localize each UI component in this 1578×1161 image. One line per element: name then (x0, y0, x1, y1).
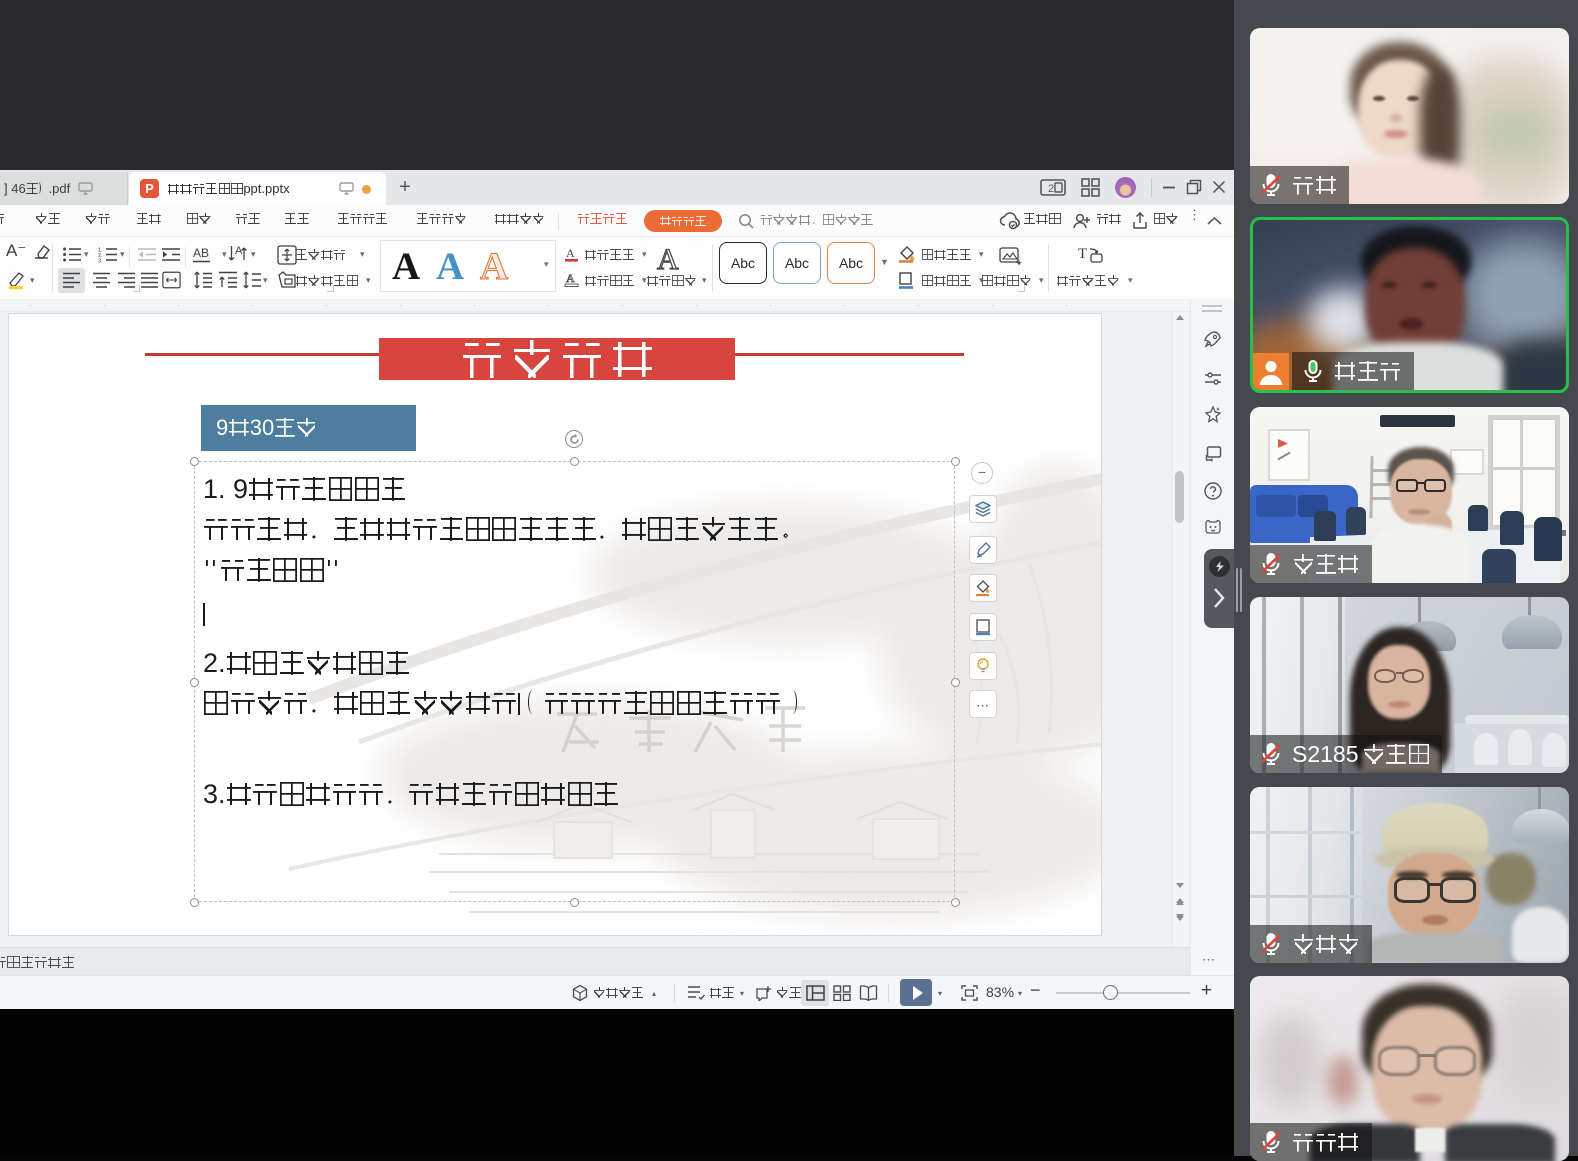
svg-text:2: 2 (1048, 183, 1054, 195)
svg-text:A: A (566, 271, 575, 285)
svg-text:A: A (235, 245, 243, 257)
svg-text:A: A (566, 246, 575, 260)
svg-text:T: T (1078, 246, 1087, 262)
svg-text:AB: AB (193, 246, 209, 260)
svg-text:3.: 3. (98, 259, 103, 264)
